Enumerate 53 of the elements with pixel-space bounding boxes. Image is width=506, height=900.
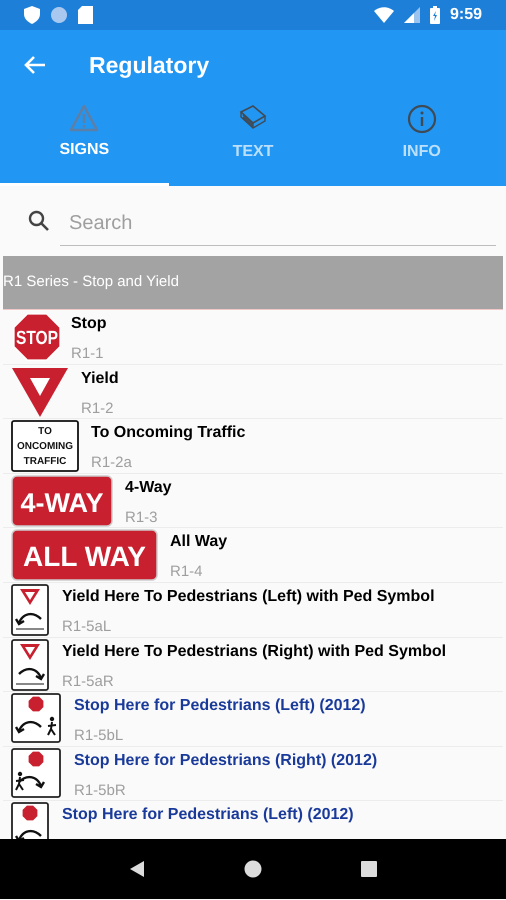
shield-icon: [24, 6, 40, 24]
sign-code: R1-2a: [91, 453, 133, 473]
sign-list-item[interactable]: Yield R1-2: [3, 364, 503, 420]
sign-code: R1-5bR: [74, 780, 127, 800]
sign-code: R1-2: [81, 398, 115, 418]
yield-sign-icon: [11, 366, 69, 418]
sign-code: R1-4: [170, 562, 204, 582]
stop-here-sign-icon: [11, 802, 49, 839]
warning-icon: [69, 104, 100, 132]
info-icon: [406, 104, 437, 134]
sign-list-item[interactable]: Stop Here for Pedestrians (Right) (2012) R1-5bR: [3, 746, 503, 802]
four-way-sign-icon: 4-WAY: [11, 474, 113, 527]
section-title: R1 Series - Stop and Yield: [3, 272, 179, 292]
yield-here-sign-icon: [11, 638, 49, 691]
sign-code: R1-5bL: [74, 726, 124, 746]
sign-title: All Way: [170, 532, 228, 552]
signal-icon: [404, 7, 420, 23]
recents-nav-button[interactable]: [360, 861, 377, 877]
sign-title: Stop Here for Pedestrians (Left) (2012): [74, 696, 366, 716]
sign-list-item[interactable]: ALL WAY All Way R1-4: [3, 528, 503, 583]
status-time: 9:59: [450, 5, 482, 25]
sign-code: R1-3: [125, 508, 159, 528]
sd-card-icon: [78, 6, 93, 24]
sign-title: 4-Way: [125, 478, 172, 498]
sign-title: Stop Here for Pedestrians (Left) (2012): [62, 805, 354, 826]
sign-title: Yield Here To Pedestrians (Left) with Ped Symbol: [62, 586, 435, 607]
search-icon: [28, 210, 50, 232]
sign-title: Yield: [81, 368, 119, 389]
sign-code: R1-1: [71, 344, 105, 364]
home-nav-button[interactable]: [244, 860, 262, 878]
sign-title: Yield Here To Pedestrians (Right) with Ped Symbol: [62, 642, 446, 662]
sign-title: Stop Here for Pedestrians (Right) (2012): [74, 750, 378, 771]
search-field[interactable]: Search: [60, 202, 496, 246]
stop-here-sign-icon: [11, 693, 61, 744]
sign-list-item[interactable]: Yield Here To Pedestrians (Right) with Ped Symbol R1-5aR: [3, 638, 503, 692]
wifi-icon: [374, 7, 394, 23]
screen-title: Regulatory: [89, 50, 210, 80]
back-nav-button[interactable]: [129, 860, 146, 878]
back-arrow-icon: [24, 55, 46, 75]
sign-title: To Oncoming Traffic: [91, 423, 246, 444]
stop-here-sign-icon: [11, 748, 61, 798]
sign-list-item[interactable]: TO ONCOMING TRAFFIC To Oncoming Traffic R1-2a: [3, 419, 503, 474]
yield-here-sign-icon: [11, 584, 49, 636]
battery-icon: [430, 6, 440, 24]
sign-list-item[interactable]: Yield Here To Pedestrians (Left) with Ped Symbol R1-5aL: [3, 582, 503, 638]
sign-title: Stop: [71, 314, 107, 334]
sign-list-item[interactable]: Stop Here for Pedestrians (Left) (2012) R1-5bL: [3, 692, 503, 747]
all-way-sign-icon: ALL WAY: [11, 529, 158, 582]
sign-list-item[interactable]: 4-WAY 4-Way R1-3: [3, 474, 503, 528]
circle-icon: [50, 6, 68, 24]
sign-code: R1-5aR: [62, 672, 115, 692]
sign-code: R1-5aL: [62, 616, 112, 637]
plaque-sign-icon: TO ONCOMING TRAFFIC: [11, 420, 79, 472]
